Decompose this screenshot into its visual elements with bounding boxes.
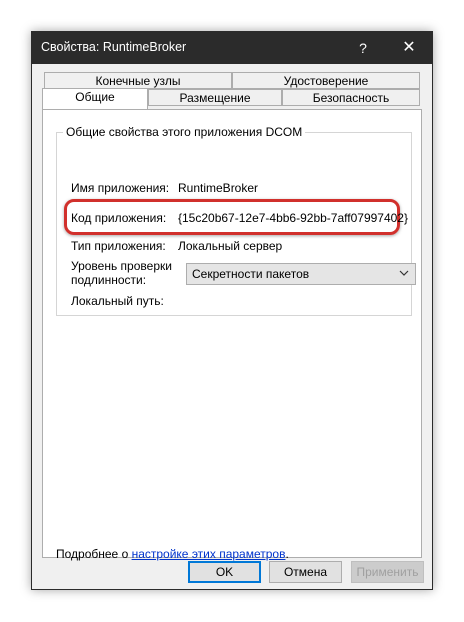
- ok-button[interactable]: OK: [188, 561, 261, 583]
- app-name-value: RuntimeBroker: [178, 181, 259, 195]
- app-id-label: Код приложения:: [71, 211, 167, 225]
- auth-level-select[interactable]: Секретности пакетов: [186, 263, 416, 285]
- local-path-label: Локальный путь:: [71, 294, 164, 308]
- more-info: Подробнее о настройке этих параметров.: [56, 547, 289, 561]
- general-tab-panel: Общие свойства этого приложения DCOM Имя…: [42, 109, 422, 561]
- auth-level-value: Секретности пакетов: [192, 267, 310, 281]
- group-title: Общие свойства этого приложения DCOM: [63, 125, 306, 139]
- chevron-down-icon: [399, 270, 409, 276]
- app-type-label: Тип приложения:: [71, 239, 166, 253]
- tab-endpoints[interactable]: Конечные узлы: [44, 72, 232, 89]
- close-button[interactable]: ✕: [386, 32, 432, 64]
- more-info-prefix: Подробнее о: [56, 547, 132, 561]
- auth-level-label-line1: Уровень проверки: [71, 259, 172, 273]
- settings-help-link[interactable]: настройке этих параметров: [132, 547, 286, 561]
- app-id-value: {15c20b67-12e7-4bb6-92bb-7aff07997402}: [178, 211, 408, 225]
- tab-identity[interactable]: Удостоверение: [232, 72, 420, 89]
- tab-location[interactable]: Размещение: [148, 89, 282, 106]
- app-name-label: Имя приложения:: [71, 181, 170, 195]
- cancel-button[interactable]: Отмена: [269, 561, 342, 583]
- more-info-suffix: .: [285, 547, 289, 561]
- app-type-value: Локальный сервер: [178, 239, 283, 253]
- title-bar[interactable]: Свойства: RuntimeBroker ? ✕: [32, 32, 432, 64]
- tab-security[interactable]: Безопасность: [282, 89, 420, 106]
- tab-strip: Конечные узлы Удостоверение Общие Размещ…: [42, 72, 422, 110]
- apply-button[interactable]: Применить: [351, 561, 424, 583]
- help-button[interactable]: ?: [340, 32, 386, 64]
- window-title: Свойства: RuntimeBroker: [41, 40, 187, 54]
- tab-general[interactable]: Общие: [42, 88, 148, 109]
- auth-level-label-line2: подлинности:: [71, 273, 147, 287]
- properties-dialog: Свойства: RuntimeBroker ? ✕ Конечные узл…: [31, 31, 433, 590]
